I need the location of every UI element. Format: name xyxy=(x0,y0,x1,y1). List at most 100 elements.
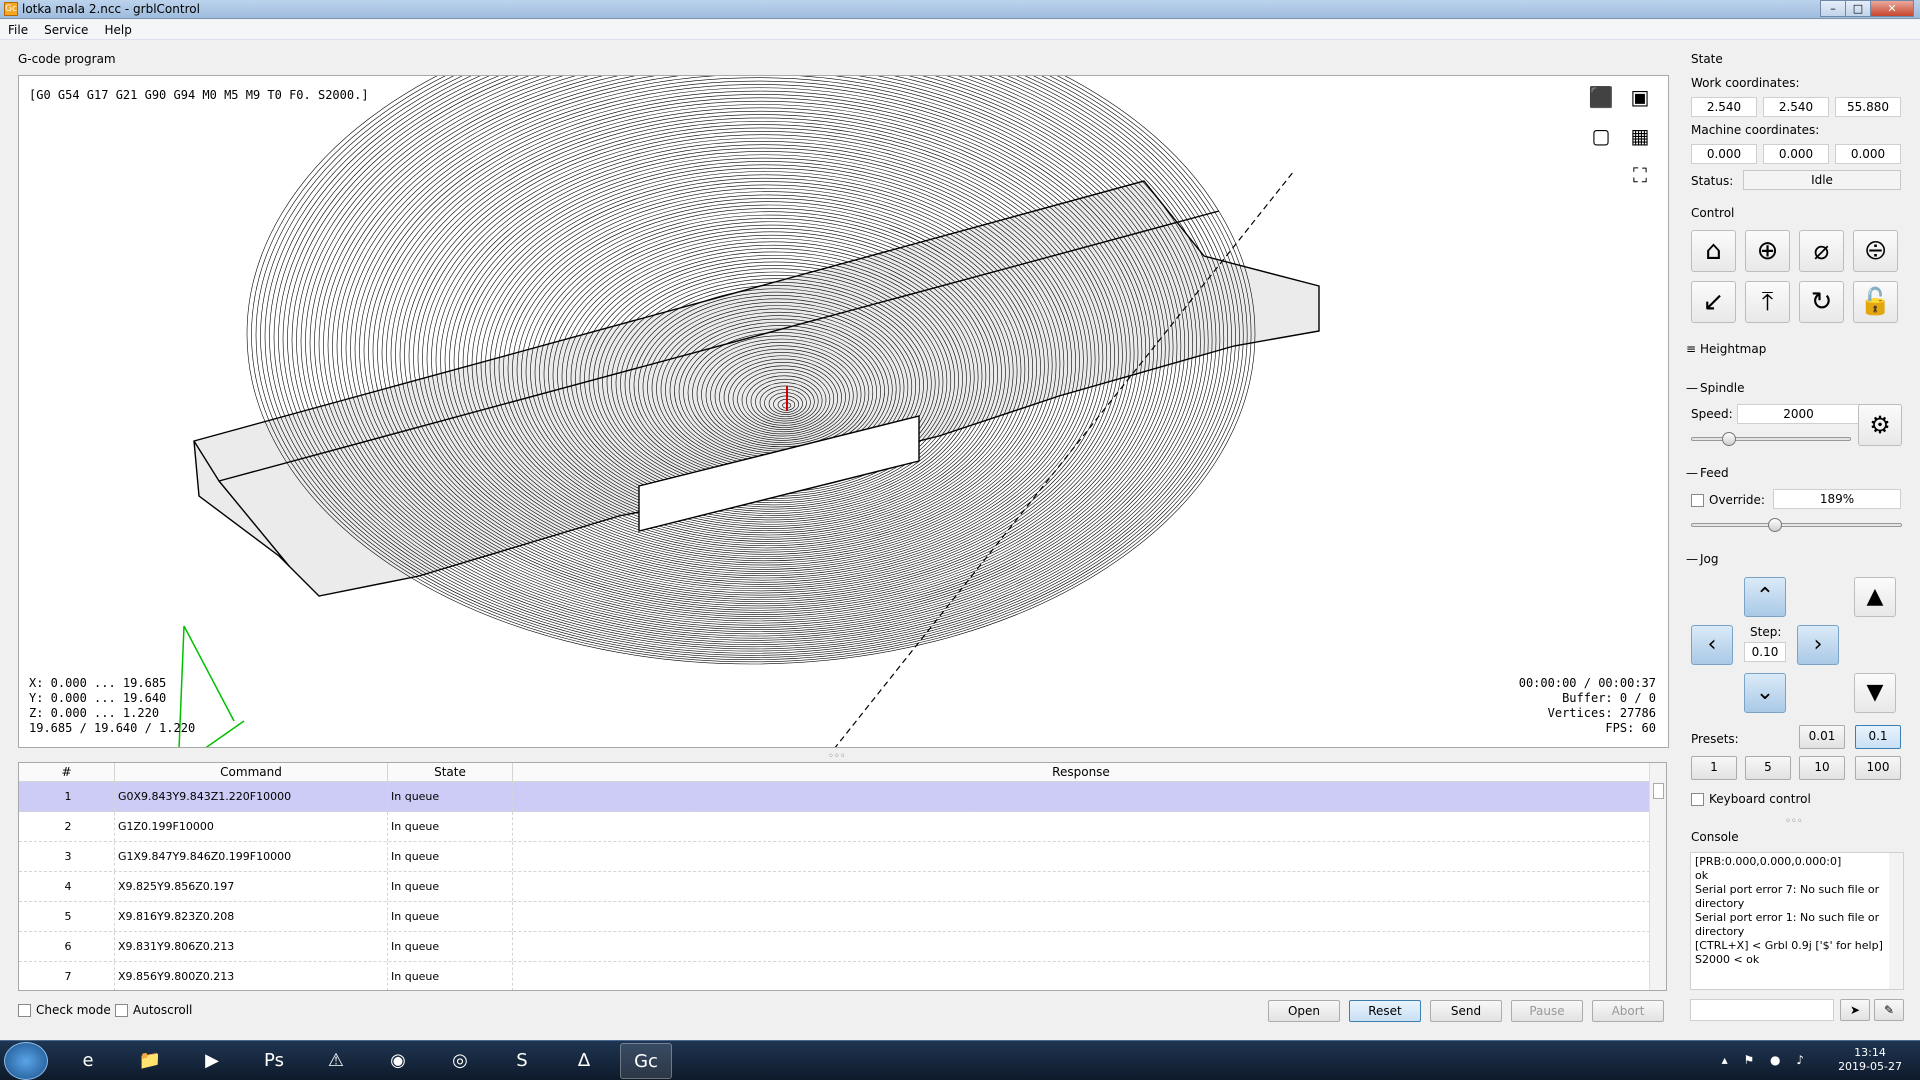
feed-override-slider[interactable] xyxy=(1691,523,1902,527)
view-top-cube-icon[interactable]: ⬛ xyxy=(1588,84,1614,110)
jog-x-plus-icon[interactable]: › xyxy=(1797,625,1839,665)
jog-y-minus-icon[interactable]: ⌄ xyxy=(1744,673,1786,713)
view-iso-cube-icon[interactable]: ▦ xyxy=(1627,123,1653,149)
abort-button[interactable]: Abort xyxy=(1592,1000,1664,1022)
reset-icon[interactable]: ↻ xyxy=(1799,281,1844,323)
home-icon[interactable]: ⌂ xyxy=(1691,230,1736,272)
table-row[interactable]: 3 G1X9.847Y9.846Z0.199F10000 In queue xyxy=(19,842,1650,872)
console-line: [CTRL+X] < Grbl 0.9j ['$' for help] xyxy=(1695,939,1883,952)
table-row[interactable]: 7 X9.856Y9.800Z0.213 In queue xyxy=(19,962,1650,990)
zero-xy-icon[interactable]: ⌀ xyxy=(1799,230,1844,272)
jog-section[interactable]: — Jog xyxy=(1686,552,1719,566)
firefox-icon[interactable]: ◎ xyxy=(434,1043,486,1079)
open-button[interactable]: Open xyxy=(1268,1000,1340,1022)
clock-time: 13:14 xyxy=(1854,1046,1886,1059)
presets-label: Presets: xyxy=(1691,732,1739,746)
table-row[interactable]: 2 G1Z0.199F10000 In queue xyxy=(19,812,1650,842)
scroll-thumb[interactable] xyxy=(1653,783,1664,799)
preset-1[interactable]: 1 xyxy=(1691,756,1737,780)
reset-button[interactable]: Reset xyxy=(1349,1000,1421,1022)
jog-y-plus-icon[interactable]: ⌃ xyxy=(1744,577,1786,617)
row-response xyxy=(513,962,1650,990)
panel-splitter-grip[interactable]: ◦◦◦ xyxy=(1785,816,1803,827)
explorer-icon[interactable]: 📁 xyxy=(124,1043,176,1079)
col-response[interactable]: Response xyxy=(513,763,1650,781)
skype-icon[interactable]: S xyxy=(496,1043,548,1079)
pause-button[interactable]: Pause xyxy=(1511,1000,1583,1022)
spindle-slider-handle[interactable] xyxy=(1722,432,1737,446)
work-y: 2.540 xyxy=(1763,97,1829,117)
preset-0-01[interactable]: 0.01 xyxy=(1799,725,1845,749)
feed-slider-handle[interactable] xyxy=(1768,518,1783,532)
jog-x-minus-icon[interactable]: ‹ xyxy=(1691,625,1733,665)
menu-file[interactable]: File xyxy=(0,20,36,37)
keyboard-control-checkbox[interactable]: Keyboard control xyxy=(1691,792,1811,806)
send-button[interactable]: Send xyxy=(1430,1000,1502,1022)
table-row[interactable]: 6 X9.831Y9.806Z0.213 In queue xyxy=(19,932,1650,962)
toolpath-drawing xyxy=(178,76,1320,747)
zero-probe-icon[interactable]: ⊕ xyxy=(1745,230,1790,272)
ie-icon[interactable]: e xyxy=(62,1043,114,1079)
safe-position-icon[interactable]: ⤒ xyxy=(1745,281,1790,323)
maximize-button[interactable]: □ xyxy=(1845,0,1871,17)
clear-console-icon[interactable]: ✎ xyxy=(1874,999,1904,1021)
row-number: 2 xyxy=(19,812,115,841)
vertices-stat: Vertices: 27786 xyxy=(1547,706,1656,720)
command-input[interactable] xyxy=(1690,999,1834,1021)
view-left-cube-icon[interactable]: ▢ xyxy=(1588,123,1614,149)
send-command-icon[interactable]: ➤ xyxy=(1840,999,1870,1021)
splitter-grip[interactable]: ◦◦◦ xyxy=(828,751,846,762)
console-output[interactable]: [PRB:0.000,0.000,0.000:0] ok Serial port… xyxy=(1690,852,1904,990)
spindle-section[interactable]: — Spindle xyxy=(1686,381,1745,395)
preset-10[interactable]: 10 xyxy=(1799,756,1845,780)
menu-help[interactable]: Help xyxy=(96,20,139,37)
row-state: In queue xyxy=(388,872,513,901)
table-row[interactable]: 1 G0X9.843Y9.843Z1.220F10000 In queue xyxy=(19,782,1650,812)
row-response xyxy=(513,812,1650,841)
autoscroll-checkbox[interactable]: Autoscroll xyxy=(115,1003,192,1017)
feed-section[interactable]: — Feed xyxy=(1686,466,1729,480)
grblcontrol-taskbar-icon[interactable]: Gc xyxy=(620,1043,672,1079)
jog-z-minus-icon[interactable]: ▼ xyxy=(1854,673,1896,713)
table-row[interactable]: 4 X9.825Y9.856Z0.197 In queue xyxy=(19,872,1650,902)
jog-z-plus-icon[interactable]: ▲ xyxy=(1854,577,1896,617)
close-button[interactable]: ✕ xyxy=(1870,0,1914,17)
minimize-button[interactable]: – xyxy=(1820,0,1846,17)
toolpath-viewer[interactable]: [G0 G54 G17 G21 G90 G94 M0 M5 M9 T0 F0. … xyxy=(18,75,1669,748)
console-scrollbar[interactable] xyxy=(1889,853,1903,989)
heightmap-section[interactable]: ≡ Heightmap xyxy=(1686,342,1766,356)
col-command[interactable]: Command xyxy=(115,763,388,781)
unlock-icon[interactable]: 🔓 xyxy=(1853,281,1898,323)
restore-origin-icon[interactable]: ↙ xyxy=(1691,281,1736,323)
warning-app-icon[interactable]: ⚠ xyxy=(310,1043,362,1079)
clock[interactable]: 13:14 2019-05-27 xyxy=(1838,1046,1902,1074)
table-row[interactable]: 5 X9.816Y9.823Z0.208 In queue xyxy=(19,902,1650,932)
speed-input[interactable]: 2000 xyxy=(1737,404,1860,424)
override-checkbox[interactable]: Override: xyxy=(1691,493,1765,507)
override-input[interactable]: 189% xyxy=(1773,489,1901,509)
program-table[interactable]: # Command State Response 1 G0X9.843Y9.843… xyxy=(18,762,1667,991)
preset-5[interactable]: 5 xyxy=(1745,756,1791,780)
step-input[interactable]: 0.10 xyxy=(1744,642,1786,662)
chrome-icon[interactable]: ◉ xyxy=(372,1043,424,1079)
table-scrollbar[interactable] xyxy=(1649,763,1666,990)
cad-app-icon[interactable]: ∆ xyxy=(558,1043,610,1079)
buffer-stat: Buffer: 0 / 0 xyxy=(1562,691,1656,705)
media-player-icon[interactable]: ▶ xyxy=(186,1043,238,1079)
spindle-toggle-icon[interactable]: ⚙ xyxy=(1858,404,1902,446)
autoscroll-label: Autoscroll xyxy=(133,1003,193,1017)
view-front-cube-icon[interactable]: ▣ xyxy=(1627,84,1653,110)
keyboard-control-label: Keyboard control xyxy=(1709,792,1811,806)
fit-view-icon[interactable]: ⛶ xyxy=(1627,162,1653,188)
check-mode-checkbox[interactable]: Check mode xyxy=(18,1003,111,1017)
preset-100[interactable]: 100 xyxy=(1855,756,1901,780)
state-label: State xyxy=(1691,52,1723,66)
preset-0-1[interactable]: 0.1 xyxy=(1855,725,1901,749)
spindle-speed-slider[interactable] xyxy=(1691,437,1851,441)
col-state[interactable]: State xyxy=(388,763,513,781)
menu-service[interactable]: Service xyxy=(36,20,96,37)
zero-z-icon[interactable]: ⨸ xyxy=(1853,230,1898,272)
start-button[interactable] xyxy=(4,1042,48,1080)
col-number[interactable]: # xyxy=(19,763,115,781)
photoshop-icon[interactable]: Ps xyxy=(248,1043,300,1079)
